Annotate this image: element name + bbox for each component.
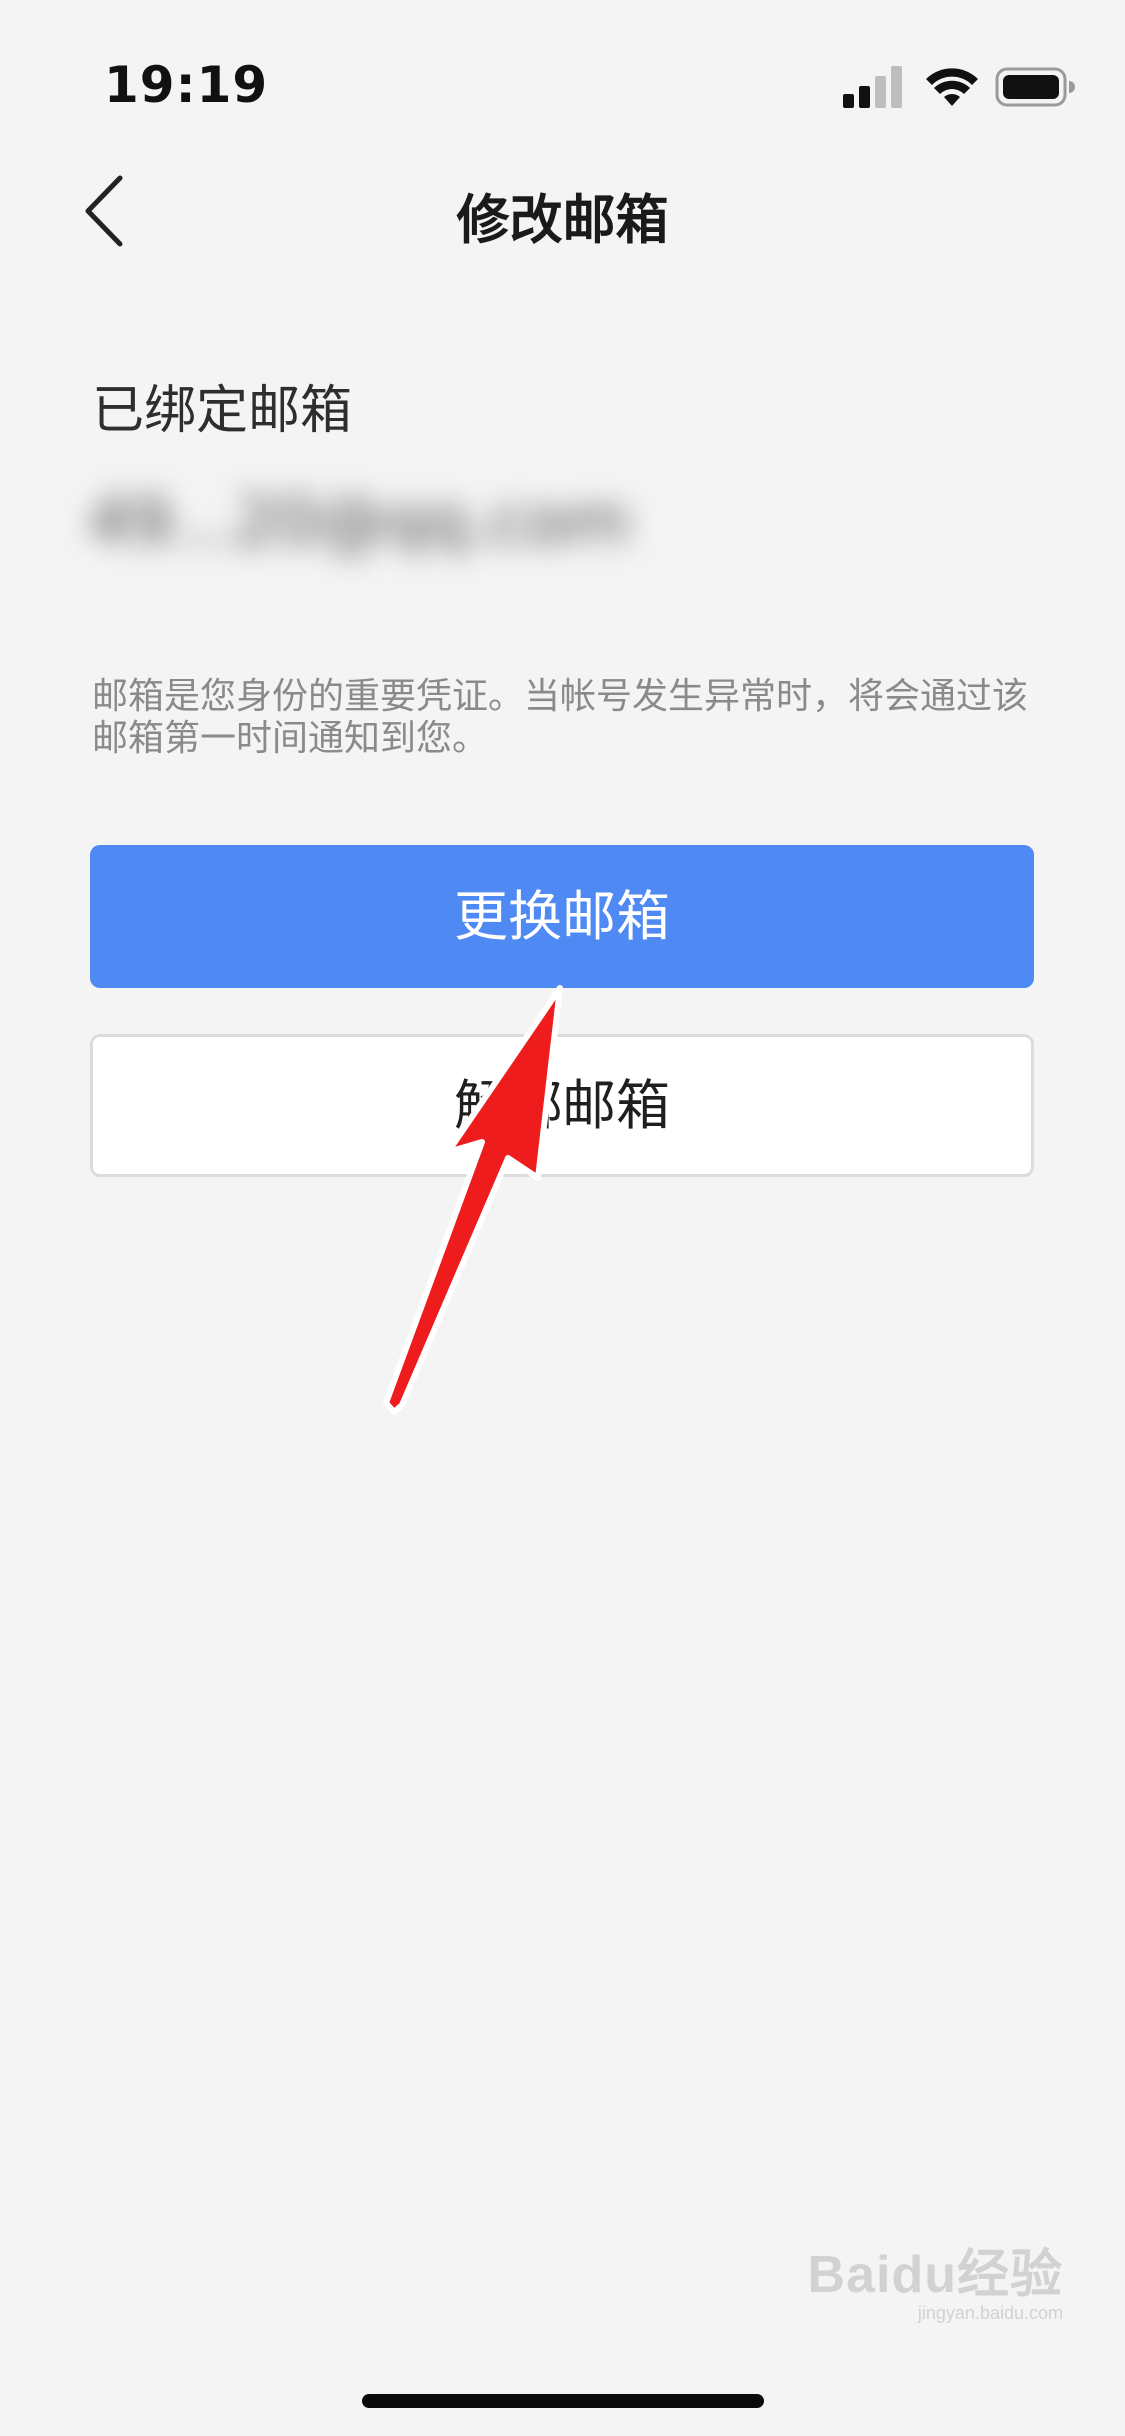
email-description: 邮箱是您身份的重要凭证。当帐号发生异常时，将会通过该邮箱第一时间通知到您。 xyxy=(92,676,1029,759)
wifi-icon xyxy=(926,68,978,106)
change-email-button[interactable]: 更换邮箱 xyxy=(90,845,1034,988)
cellular-signal-icon xyxy=(843,66,902,108)
home-indicator[interactable] xyxy=(362,2394,764,2408)
annotation-arrow xyxy=(383,985,563,1415)
status-time: 19:19 xyxy=(104,56,269,114)
baidu-watermark: Baidu经验 jingyan.baidu.com xyxy=(808,2232,1063,2324)
watermark-logo: Baidu经验 xyxy=(807,2246,1063,2304)
page-title: 修改邮箱 xyxy=(456,190,669,251)
bound-email-value: 49...20@qq.com xyxy=(88,483,631,560)
nav-bar: 修改邮箱 xyxy=(0,140,1125,280)
battery-icon xyxy=(995,67,1075,107)
status-bar: 19:19 xyxy=(0,0,1125,140)
unbind-email-button[interactable]: 解绑邮箱 xyxy=(90,1034,1034,1177)
bound-email-label: 已绑定邮箱 xyxy=(92,381,353,441)
status-icons xyxy=(843,66,1075,110)
